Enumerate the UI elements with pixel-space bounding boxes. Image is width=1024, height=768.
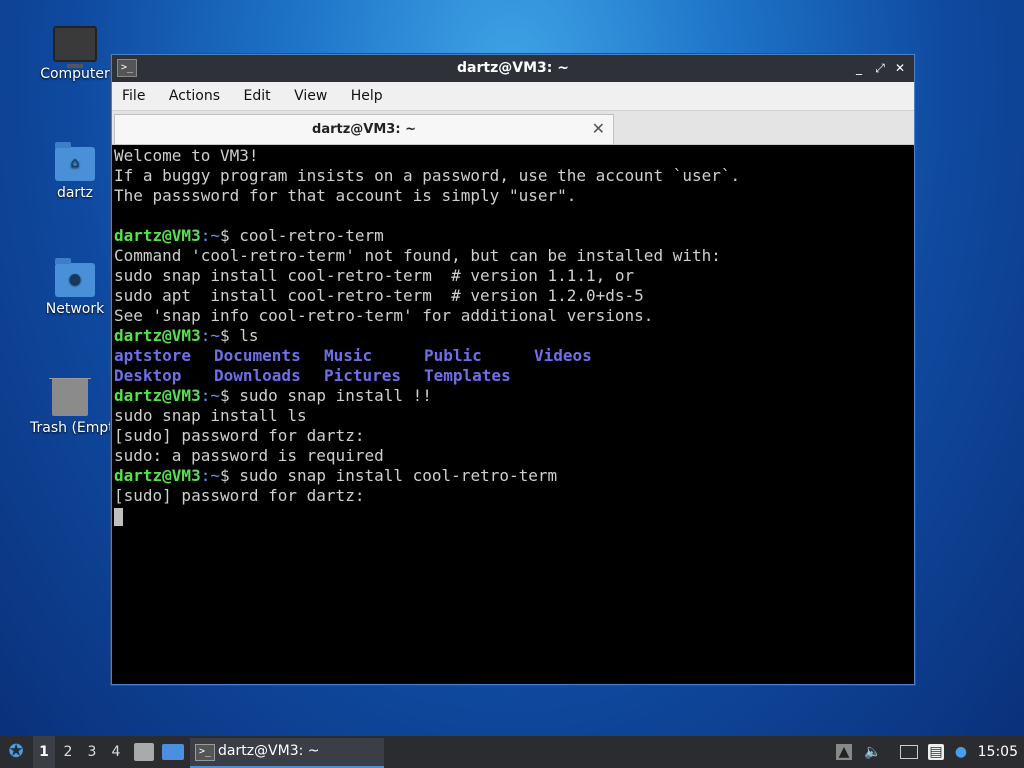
network-icon[interactable]	[900, 745, 918, 759]
menu-actions[interactable]: Actions	[159, 82, 229, 104]
network-folder-icon: ●	[55, 258, 95, 297]
desktop-icon-home[interactable]: ⌂ dartz	[30, 142, 120, 201]
prompt-sign: $	[219, 226, 230, 245]
terminal-line: See 'snap info cool-retro-term' for addi…	[114, 306, 654, 325]
ls-entry: Music	[324, 346, 373, 365]
desktop-icon-label: Trash (Empty)	[30, 420, 110, 436]
workspace-4[interactable]: 4	[105, 736, 127, 768]
ls-entry: Videos	[534, 346, 592, 365]
workspace-2[interactable]: 2	[57, 736, 79, 768]
prompt-path: :~	[200, 386, 220, 405]
terminal-line: sudo snap install ls	[114, 406, 307, 425]
home-folder-icon: ⌂	[55, 142, 95, 181]
terminal-line: sudo: a password is required	[114, 446, 384, 465]
show-desktop-icon[interactable]	[162, 744, 184, 760]
terminal-prompt-line: dartz@VM3:~$ sudo snap install !!	[114, 386, 912, 406]
minimize-button[interactable]: _	[850, 59, 868, 77]
desktop-icon-network[interactable]: ● Network	[30, 258, 120, 317]
desktop-icon-label: dartz	[56, 185, 94, 201]
tab-terminal[interactable]: dartz@VM3: ~ ✕	[114, 114, 614, 144]
prompt-sign: $	[219, 326, 230, 345]
notification-icon[interactable]: ●	[953, 744, 969, 760]
terminal-line: [sudo] password for dartz:	[114, 486, 365, 505]
terminal-line: sudo snap install cool-retro-term # vers…	[114, 266, 635, 285]
tab-bar: dartz@VM3: ~ ✕	[112, 111, 914, 145]
taskbar: ✪ 1 2 3 4 >_ dartz@VM3: ~ ▲ 🔈 ▤ ● 15:05	[0, 736, 1024, 768]
desktop-icon-label: Network	[45, 301, 105, 317]
clipboard-icon[interactable]: ▤	[928, 744, 944, 760]
command-text: sudo snap install cool-retro-term	[239, 466, 558, 485]
tab-close-icon[interactable]: ✕	[592, 119, 605, 138]
close-button[interactable]: ✕	[891, 59, 909, 77]
taskbar-window-label: dartz@VM3: ~	[218, 743, 320, 759]
prompt-user: dartz@VM3	[114, 226, 201, 245]
ls-entry: Desktop	[114, 366, 182, 385]
prompt-path: :~	[200, 226, 220, 245]
terminal-line: Welcome to VM3!	[114, 146, 259, 165]
taskbar-window-terminal[interactable]: >_ dartz@VM3: ~	[190, 738, 384, 768]
ls-entry: Downloads	[214, 366, 301, 385]
prompt-sign: $	[219, 466, 230, 485]
command-text: cool-retro-term	[239, 226, 384, 245]
menu-view[interactable]: View	[284, 82, 336, 104]
prompt-sign: $	[219, 386, 230, 405]
terminal-prompt-line: dartz@VM3:~$ sudo snap install cool-retr…	[114, 466, 912, 486]
prompt-path: :~	[200, 466, 220, 485]
terminal-line: The passsword for that account is simply…	[114, 186, 577, 205]
terminal-line: Command 'cool-retro-term' not found, but…	[114, 246, 721, 265]
menu-edit[interactable]: Edit	[233, 82, 279, 104]
prompt-user: dartz@VM3	[114, 326, 201, 345]
terminal-line: If a buggy program insists on a password…	[114, 166, 741, 185]
window-title: dartz@VM3: ~	[457, 60, 569, 76]
terminal-line: sudo apt install cool-retro-term # versi…	[114, 286, 644, 305]
ls-entry: Pictures	[324, 366, 402, 385]
ls-output-row: Desktop Downloads Pictures Templates	[114, 366, 912, 386]
ls-entry: Documents	[214, 346, 301, 365]
prompt-user: dartz@VM3	[114, 386, 201, 405]
ls-entry: Public	[424, 346, 482, 365]
start-menu-icon[interactable]: ✪	[4, 736, 28, 768]
file-manager-icon[interactable]	[134, 743, 154, 761]
terminal-cursor[interactable]	[114, 507, 123, 526]
terminal-prompt-line: dartz@VM3:~$ cool-retro-term	[114, 226, 912, 246]
maximize-button[interactable]: ⤢	[871, 59, 889, 77]
ls-entry: Templates	[424, 366, 511, 385]
terminal-line: [sudo] password for dartz:	[114, 426, 365, 445]
updates-icon[interactable]: ▲	[836, 744, 852, 760]
workspace-1[interactable]: 1	[33, 736, 55, 768]
terminal-app-icon: >_	[195, 744, 215, 761]
window-titlebar[interactable]: >_ dartz@VM3: ~ _ ⤢ ✕	[112, 55, 914, 82]
desktop-icon-trash[interactable]: Trash (Empty)	[30, 378, 110, 436]
computer-icon	[53, 26, 97, 68]
tab-label: dartz@VM3: ~	[312, 122, 416, 137]
menu-help[interactable]: Help	[341, 82, 392, 104]
prompt-user: dartz@VM3	[114, 466, 201, 485]
volume-icon[interactable]: 🔈	[864, 744, 881, 760]
clock[interactable]: 15:05	[978, 744, 1018, 760]
command-text: ls	[239, 326, 259, 345]
terminal-output[interactable]: Welcome to VM3! If a buggy program insis…	[114, 146, 912, 682]
terminal-window[interactable]: >_ dartz@VM3: ~ _ ⤢ ✕ File Actions Edit …	[111, 54, 915, 685]
desktop-icon-computer[interactable]: Computer	[30, 26, 120, 82]
menu-bar: File Actions Edit View Help	[112, 82, 914, 111]
prompt-path: :~	[200, 326, 220, 345]
ls-output-row: aptstore Documents Music Public Videos	[114, 346, 912, 366]
desktop-icon-label: Computer	[40, 66, 110, 82]
cursor-line	[114, 506, 912, 526]
menu-file[interactable]: File	[112, 82, 154, 104]
trash-icon	[49, 378, 91, 416]
workspace-3[interactable]: 3	[81, 736, 103, 768]
ls-entry: aptstore	[114, 346, 192, 365]
command-text: sudo snap install !!	[239, 386, 432, 405]
terminal-prompt-line: dartz@VM3:~$ ls	[114, 326, 912, 346]
